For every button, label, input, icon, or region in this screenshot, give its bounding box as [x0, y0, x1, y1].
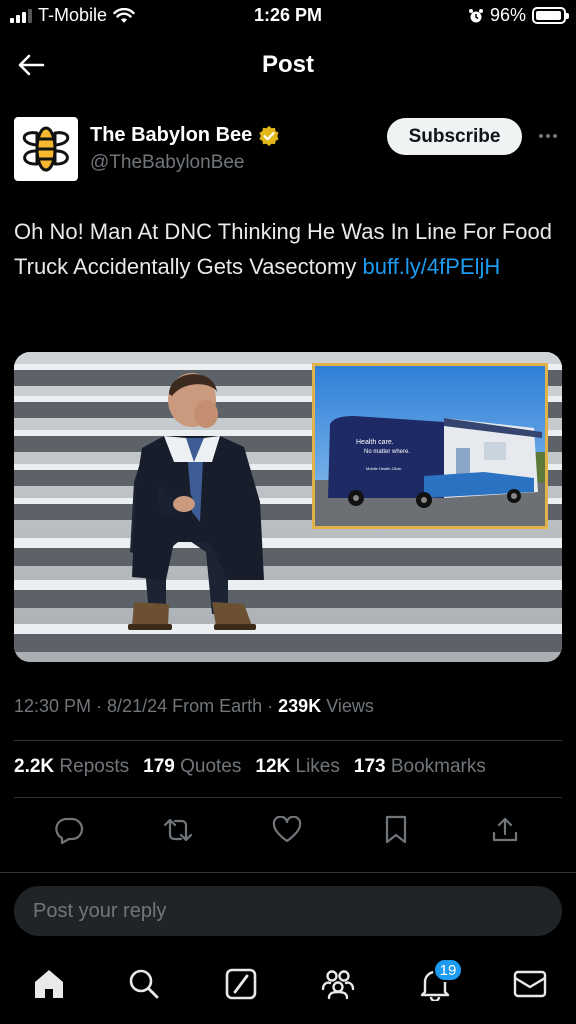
inset-text-3: Mobile Health Clinic [366, 466, 401, 471]
views-count[interactable]: 239K [278, 696, 321, 716]
communities-icon [321, 970, 355, 1000]
tab-search[interactable] [122, 962, 166, 1006]
quotes-label: Quotes [180, 756, 242, 777]
reposts-count: 2.2K [14, 756, 55, 777]
reply-input[interactable] [14, 886, 562, 936]
heart-icon [272, 816, 302, 843]
action-bar [0, 810, 576, 850]
views-label[interactable]: Views [326, 696, 374, 716]
name-row: The Babylon Bee [90, 124, 280, 147]
bottom-tab-bar: 19 [0, 950, 576, 1024]
repost-icon [163, 818, 193, 842]
likes-label: Likes [295, 756, 340, 777]
inset-text-1: Health care. [356, 439, 394, 446]
subscribe-button[interactable]: Subscribe [387, 118, 522, 155]
status-bar: T-Mobile 1:26 PM 96% [0, 0, 576, 34]
inset-text-2: No matter where. [364, 449, 410, 455]
tweet-media-image[interactable]: Health care. No matter where. Mobile Hea… [14, 352, 562, 662]
divider [14, 797, 562, 798]
share-button[interactable] [485, 810, 525, 850]
status-right: 96% [468, 5, 569, 26]
babylon-bee-logo-icon [22, 126, 70, 172]
notifications-badge: 19 [433, 958, 463, 982]
author-row: The Babylon Bee @TheBabylonBee Subscribe [14, 116, 562, 186]
reposts-label: Reposts [59, 756, 130, 777]
bookmarks-label: Bookmarks [390, 756, 486, 777]
repost-button[interactable] [158, 810, 198, 850]
mail-icon [513, 970, 547, 998]
search-icon [129, 969, 159, 999]
avatar[interactable] [14, 117, 78, 181]
engagement-stats: 2.2K Reposts 179 Quotes 12K Likes 173 Bo… [14, 756, 562, 778]
post-date: 8/21/24 [107, 696, 168, 716]
verified-badge-icon[interactable] [258, 125, 280, 147]
likes-stat[interactable]: 12K Likes [255, 756, 340, 778]
tab-notifications[interactable]: 19 [413, 958, 463, 1006]
battery-percent: 96% [489, 5, 526, 25]
bookmarks-count: 173 [353, 756, 386, 777]
battery-icon [532, 7, 569, 24]
tweet-text: Oh No! Man At DNC Thinking He Was In Lin… [14, 214, 562, 284]
bookmark-button[interactable] [376, 810, 416, 850]
quotes-count: 179 [143, 756, 175, 777]
grok-icon [225, 968, 257, 1000]
page-title: Post [261, 51, 314, 78]
post-meta: 12:30 PM · 8/21/24 From Earth · 239K Vie… [14, 696, 374, 716]
more-options-icon[interactable] [534, 126, 562, 146]
divider [14, 740, 562, 741]
post-header: Post [0, 36, 576, 94]
author-display-name[interactable]: The Babylon Bee [90, 124, 252, 147]
like-button[interactable] [267, 810, 307, 850]
tab-communities[interactable] [316, 962, 360, 1006]
tab-messages[interactable] [508, 962, 552, 1006]
post-source: From Earth [172, 696, 263, 716]
bookmark-icon [385, 815, 407, 844]
reply-icon [55, 817, 84, 844]
author-handle[interactable]: @TheBabylonBee [90, 152, 280, 174]
reply-box[interactable] [14, 886, 562, 936]
reposts-stat[interactable]: 2.2K Reposts [14, 756, 129, 778]
quotes-stat[interactable]: 179 Quotes [143, 756, 241, 778]
divider [0, 872, 576, 873]
author-name-block: The Babylon Bee @TheBabylonBee [90, 124, 280, 174]
bookmarks-stat[interactable]: 173 Bookmarks [354, 756, 486, 778]
post-time: 12:30 PM [14, 696, 92, 716]
likes-count: 12K [255, 756, 291, 777]
tab-home[interactable] [27, 962, 71, 1006]
reply-button[interactable] [49, 810, 89, 850]
tab-grok[interactable] [219, 962, 263, 1006]
media-photo: Health care. No matter where. Mobile Hea… [14, 352, 562, 662]
tweet-link[interactable]: buff.ly/​4fPEljH [362, 254, 500, 279]
home-icon [35, 970, 63, 998]
alarm-icon [468, 8, 483, 22]
share-icon [492, 817, 518, 842]
